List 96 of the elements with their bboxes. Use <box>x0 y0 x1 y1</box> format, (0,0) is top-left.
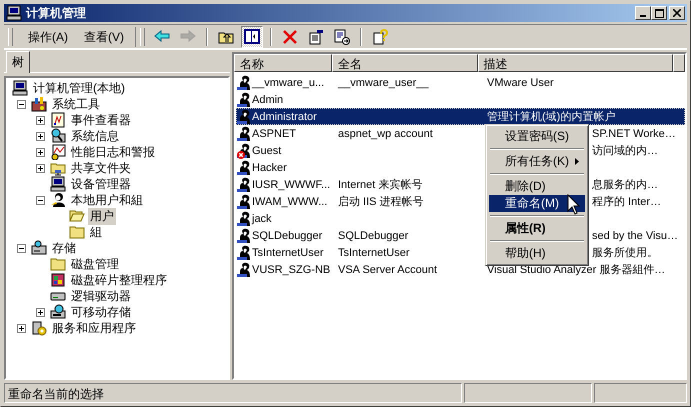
tree-item[interactable]: 计算机管理(本地) <box>31 80 127 96</box>
back-icon <box>154 29 170 45</box>
submenu-arrow-icon <box>575 158 579 165</box>
services-icon <box>31 320 47 336</box>
tree-item[interactable]: 事件查看器 <box>69 112 133 128</box>
tree-item[interactable]: 磁盘碎片整理程序 <box>69 272 169 288</box>
toolbox-icon <box>31 96 47 112</box>
table-cell[interactable]: TsInternetUser <box>252 246 324 258</box>
expand-icon[interactable] <box>36 308 45 316</box>
collapse-icon[interactable] <box>17 244 26 252</box>
table-cell-text: 服务所使用。 <box>592 246 658 260</box>
window-title: 计算机管理 <box>26 4 87 22</box>
folder-icon <box>69 224 85 240</box>
menu-item[interactable]: 所有任务(K) <box>489 153 585 170</box>
removable-storage-icon <box>50 304 66 320</box>
computer-icon <box>12 80 28 96</box>
tree-item[interactable]: 性能日志和警报 <box>69 144 157 160</box>
close-icon <box>673 9 681 17</box>
tree-item[interactable]: 可移动存储 <box>69 304 133 320</box>
table-cell[interactable]: Administrator <box>252 110 317 122</box>
tree-item[interactable]: 逻辑驱动器 <box>69 288 133 304</box>
table-cell: Internet 来宾帐号 <box>338 179 422 191</box>
performance-chart-icon <box>50 144 66 160</box>
tree-item[interactable]: 服务和应用程序 <box>50 320 138 336</box>
table-cell: __vmware_user__ <box>338 76 428 88</box>
maximize-icon <box>654 8 664 18</box>
computer-icon <box>50 176 66 192</box>
table-cell: sed by the Visu… <box>592 230 678 242</box>
minimize-button[interactable] <box>635 6 651 20</box>
menu-item[interactable]: 属性(R) <box>489 220 585 237</box>
column-header[interactable]: 描述 <box>478 54 674 72</box>
tree-item[interactable]: 设备管理器 <box>69 176 133 192</box>
table-cell[interactable]: __vmware_u... <box>252 76 324 88</box>
event-log-icon <box>50 112 66 128</box>
defrag-icon <box>50 272 66 288</box>
show-tree-icon <box>244 29 260 45</box>
tree-item[interactable]: 組 <box>88 224 104 240</box>
table-cell: TsInternetUser <box>338 246 410 258</box>
tree-item[interactable]: 共享文件夹 <box>69 160 133 176</box>
export-list-icon <box>334 29 350 45</box>
table-cell[interactable]: Hacker <box>252 162 287 174</box>
expand-icon[interactable] <box>36 164 45 172</box>
column-header[interactable]: 全名 <box>332 54 478 72</box>
expand-icon[interactable] <box>36 116 45 124</box>
tree-item[interactable]: 系统信息 <box>69 128 121 144</box>
expand-icon[interactable] <box>36 132 45 140</box>
expand-icon[interactable] <box>17 324 26 332</box>
table-cell: aspnet_wp account <box>338 128 433 140</box>
table-cell-text: 访问域的内… <box>592 144 658 158</box>
folder-icon <box>50 256 66 272</box>
menu-item[interactable]: 重命名(M) <box>489 195 585 212</box>
table-cell[interactable]: Admin <box>252 94 284 106</box>
menu-item[interactable]: 设置密码(S) <box>489 128 585 145</box>
table-cell[interactable]: ASPNET <box>252 128 296 140</box>
table-cell: Visual Studio Analyzer 服务器組件… <box>487 264 666 276</box>
computer-icon <box>6 5 22 21</box>
open-folder-icon <box>69 208 85 224</box>
table-cell: VSA Server Account <box>338 264 438 276</box>
collapse-icon[interactable] <box>36 196 45 204</box>
collapse-icon[interactable] <box>17 100 26 108</box>
table-cell: 启动 IIS 进程帐号 <box>338 196 424 208</box>
menu-item[interactable]: 删除(D) <box>489 178 585 195</box>
tree-item[interactable]: 用户 <box>88 208 116 224</box>
table-cell[interactable]: IWAM_WWW... <box>252 196 328 208</box>
table-cell[interactable]: IUSR_WWWF... <box>252 178 330 190</box>
close-button[interactable] <box>669 6 685 20</box>
properties-icon <box>308 29 324 45</box>
table-cell: VMware User <box>487 76 554 88</box>
table-cell[interactable]: VUSR_SZG-NB <box>252 264 330 276</box>
table-cell-text: 息服务的内… <box>592 178 658 192</box>
cursor-icon <box>567 194 580 215</box>
table-cell-text: 程序的 Inter… <box>592 194 662 209</box>
system-info-icon <box>50 128 66 144</box>
table-cell[interactable]: SQLDebugger <box>252 230 322 242</box>
table-cell: 管理计算机(域)的内置帐户 <box>487 111 616 123</box>
menu-item[interactable]: 查看(V) <box>81 26 127 48</box>
delete-icon <box>282 29 298 45</box>
tree-item[interactable]: 磁盘管理 <box>69 256 121 272</box>
show-tree-button[interactable] <box>241 26 263 48</box>
storage-icon <box>31 240 47 256</box>
tree-item[interactable]: 存储 <box>50 240 78 256</box>
menu-item[interactable]: 帮助(H) <box>489 245 585 262</box>
tree-tab[interactable]: 树 <box>6 51 30 73</box>
column-header[interactable]: 名称 <box>234 54 332 72</box>
table-cell: SQLDebugger <box>338 230 408 242</box>
users-icon <box>50 192 66 208</box>
expand-icon[interactable] <box>36 148 45 156</box>
table-cell[interactable]: jack <box>252 212 272 224</box>
table-cell: SP.NET Worke… <box>592 128 676 140</box>
help-icon <box>372 29 388 45</box>
status-text: 重命名当前的选择 <box>8 387 104 401</box>
tree-item[interactable]: 本地用户和組 <box>69 192 145 208</box>
menu-item[interactable]: 操作(A) <box>25 26 71 48</box>
forward-icon <box>180 29 196 45</box>
tree-item[interactable]: 系统工具 <box>50 96 102 112</box>
maximize-button[interactable] <box>651 6 667 20</box>
